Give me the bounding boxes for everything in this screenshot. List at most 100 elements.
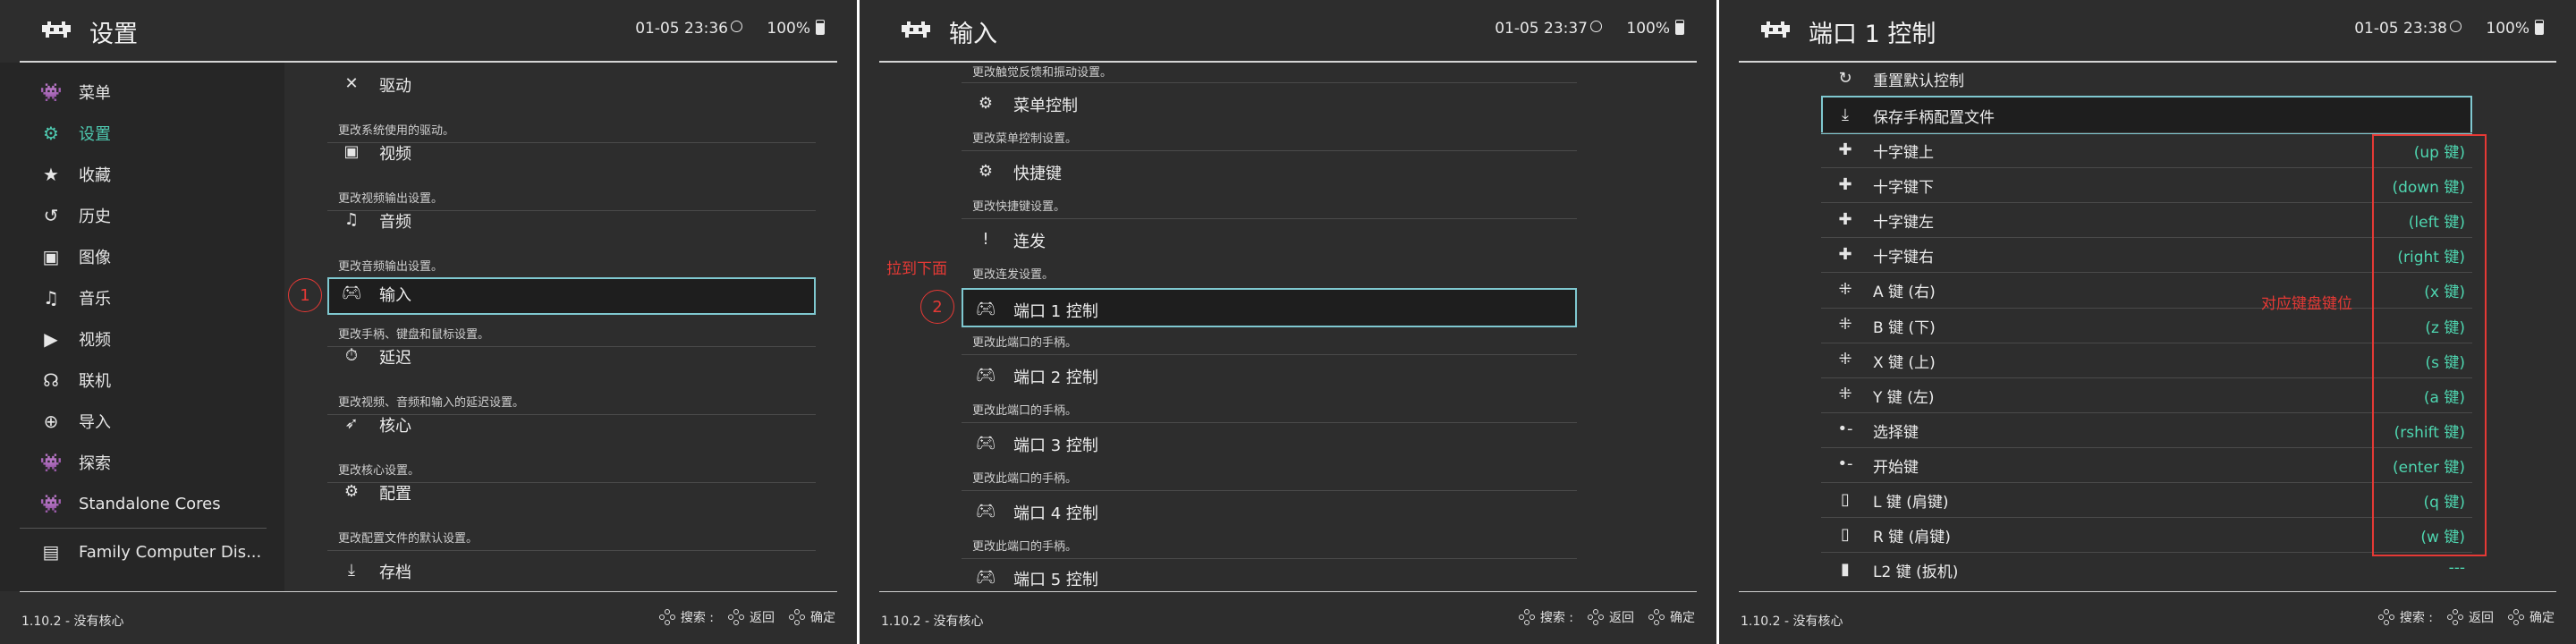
gamepad-buttons-icon <box>2508 609 2524 625</box>
search-hint[interactable]: 搜索 : <box>658 608 714 626</box>
ok-hint[interactable]: 确定 <box>2508 608 2555 626</box>
select-icon: •- <box>1837 419 1853 439</box>
search-hint[interactable]: 搜索 : <box>2377 608 2433 626</box>
dpad-icon: ✚ <box>1838 209 1852 229</box>
sidebar-item-menu[interactable]: 👾 菜单 <box>0 72 284 113</box>
face-buttons-icon: ⁜ <box>1838 350 1852 369</box>
item-label: 快捷键 <box>1013 165 1062 183</box>
turbo-icon: ! <box>982 229 989 249</box>
annotation-scroll-hint: 拉到下面 <box>886 260 947 278</box>
item-label: 十字键上 <box>1873 144 1934 162</box>
item-label: 核心 <box>379 417 411 436</box>
item-description: 更改视频、音频和输入的延迟设置。 <box>338 396 525 410</box>
sidebar-item-label: 探索 <box>79 454 111 473</box>
battery-icon <box>1675 20 1684 35</box>
settings-panel: 设置 01-05 23:36 100% 👾 菜单 ⚙ 设置 ★ 收藏 ↺ 历史 ▣ 图像 … <box>0 0 857 644</box>
retroarch-logo-icon <box>1761 21 1790 38</box>
divider <box>962 558 1577 559</box>
clock: 01-05 23:37 <box>1495 20 1602 38</box>
divider <box>962 150 1577 151</box>
item-label: 十字键下 <box>1873 179 1934 198</box>
divider <box>962 82 1577 83</box>
header: 输入 01-05 23:37 100% <box>860 0 1716 61</box>
sidebar-item-label: Family Computer Dis... <box>79 542 262 562</box>
sidebar: 👾 菜单 ⚙ 设置 ★ 收藏 ↺ 历史 ▣ 图像 ♫ 音乐 ▶ 视频 ☊ 联机 ⊕ 导入 👾 探索 … <box>0 63 284 591</box>
item-label: 驱动 <box>379 77 411 96</box>
sidebar-item-label: 联机 <box>79 372 111 391</box>
netplay-icon: ☊ <box>43 369 59 391</box>
gamepad-buttons-icon <box>1588 609 1604 625</box>
item-description: 更改音频输出设置。 <box>338 260 444 274</box>
gamepad-icon: 🎮︎ <box>975 299 996 318</box>
clock: 01-05 23:38 <box>2354 20 2462 38</box>
sidebar-item-music[interactable]: ♫ 音乐 <box>0 277 284 318</box>
annotation-step-2: 2 <box>920 290 954 324</box>
footer: 1.10.2 - 没有核心 搜索 : 返回 确定 <box>0 592 857 644</box>
tools-icon: ✕ <box>344 73 359 93</box>
divider <box>962 218 1577 219</box>
clock-icon <box>2450 21 2462 32</box>
trigger-icon: ▮ <box>1841 559 1850 579</box>
item-label: 延迟 <box>379 349 411 368</box>
item-description: 更改系统使用的驱动。 <box>338 124 455 138</box>
dpad-icon: ✚ <box>1838 140 1852 159</box>
key-binding-value: --- <box>2448 559 2465 578</box>
dpad-icon: ✚ <box>1838 244 1852 264</box>
sidebar-item-netplay[interactable]: ☊ 联机 <box>0 360 284 401</box>
sidebar-item-playlist[interactable]: ▤ Family Computer Dis... <box>0 531 284 572</box>
sidebar-item-video[interactable]: ▶ 视频 <box>0 318 284 360</box>
item-description: 更改此端口的手柄。 <box>972 404 1078 418</box>
input-list: 更改触觉反馈和振动设置。 ⚙ 菜单控制 更改菜单控制设置。 ⚙ 快捷键 更改快捷键设置。… <box>962 63 1577 591</box>
hint-label: 返回 <box>2469 611 2494 625</box>
rocket-icon: ➶ <box>344 413 359 433</box>
header: 设置 01-05 23:36 100% <box>0 0 857 61</box>
shoulder-icon: ▯ <box>1841 489 1850 509</box>
ok-hint[interactable]: 确定 <box>789 608 835 626</box>
start-icon: •- <box>1837 454 1853 474</box>
item-label: 连发 <box>1013 233 1046 251</box>
clock-icon <box>1590 21 1602 32</box>
battery-icon <box>2535 20 2544 35</box>
sidebar-item-label: 导入 <box>79 413 111 432</box>
battery-icon <box>816 20 825 35</box>
sidebar-item-settings[interactable]: ⚙ 设置 <box>0 113 284 154</box>
gamepad-icon: 🎮︎ <box>975 501 996 521</box>
search-hint[interactable]: 搜索 : <box>1518 608 1573 626</box>
item-label: 输入 <box>379 286 411 305</box>
history-icon: ↺ <box>43 205 59 226</box>
annotation-key-box <box>2372 134 2487 556</box>
list-item-binding[interactable]: ▮ L2 键 (扳机) --- <box>1821 553 2472 587</box>
divider <box>962 490 1577 491</box>
annotation-key-hint: 对应键盘键位 <box>2261 295 2352 313</box>
retroarch-icon: 👾 <box>39 452 63 473</box>
item-label: L 键 (肩键) <box>1873 494 1949 512</box>
image-icon: ▣ <box>42 246 60 267</box>
hint-label: 返回 <box>1609 611 1634 625</box>
gears-icon: ⚙ <box>343 481 360 501</box>
item-label: L2 键 (扳机) <box>1873 564 1959 582</box>
footer-hints: 搜索 : 返回 确定 <box>1512 608 1695 626</box>
back-hint[interactable]: 返回 <box>1588 608 1634 626</box>
sidebar-divider <box>20 528 267 529</box>
face-buttons-icon: ⁜ <box>1838 315 1852 334</box>
footer: 1.10.2 - 没有核心 搜索 : 返回 确定 <box>1719 592 2576 644</box>
back-hint[interactable]: 返回 <box>2447 608 2494 626</box>
back-hint[interactable]: 返回 <box>728 608 775 626</box>
settings-list: ✕ 驱动 更改系统使用的驱动。 ▣ 视频 更改视频输出设置。 ♫ 音频 更改音频输出设置。 … <box>327 63 816 591</box>
footer-hints: 搜索 : 返回 确定 <box>652 608 835 626</box>
item-label: B 键 (下) <box>1873 318 1936 337</box>
sidebar-item-favorites[interactable]: ★ 收藏 <box>0 154 284 195</box>
star-icon: ★ <box>43 164 59 185</box>
sidebar-item-images[interactable]: ▣ 图像 <box>0 236 284 277</box>
sidebar-item-import[interactable]: ⊕ 导入 <box>0 401 284 442</box>
gears-icon: ⚙ <box>978 93 994 113</box>
item-label: 音频 <box>379 213 411 232</box>
sidebar-item-history[interactable]: ↺ 历史 <box>0 195 284 236</box>
sidebar-item-standalone-cores[interactable]: 👾 Standalone Cores <box>0 483 284 524</box>
gamepad-buttons-icon <box>728 609 744 625</box>
annotation-step-1: 1 <box>288 278 322 312</box>
sidebar-item-explore[interactable]: 👾 探索 <box>0 442 284 483</box>
sidebar-item-label: 视频 <box>79 331 111 350</box>
ok-hint[interactable]: 确定 <box>1648 608 1695 626</box>
hint-label: 确定 <box>2529 611 2555 625</box>
